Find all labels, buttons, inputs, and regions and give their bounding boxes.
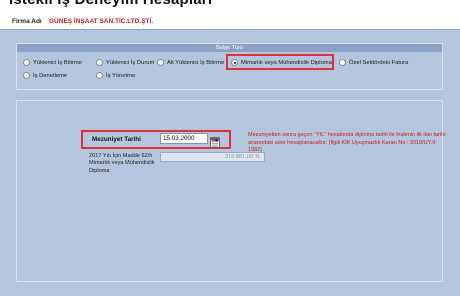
radio-label: İş Denetleme (33, 72, 68, 79)
radio-ozel-sektor-fatura[interactable]: Özel Sektördeki Fatura (339, 59, 408, 66)
radio-circle-icon (23, 72, 30, 79)
graduation-info-note: Mezuniyetten sonra geçen "YIL" hesabında… (248, 132, 446, 154)
radio-yuklenici-is-bitirme[interactable]: Yüklenici İş Bitirme (23, 59, 82, 66)
radio-label: Özel Sektördeki Fatura (349, 59, 409, 66)
radio-circle-icon (23, 59, 30, 66)
firm-name-value: GÜNEŞ İNŞAAT SAN.TİC.LTD.ŞTİ. (49, 18, 154, 25)
title-bar: İstekli İş Deneyim Hesapları (0, 0, 460, 10)
radio-is-denetleme[interactable]: İş Denetleme (23, 72, 67, 79)
radio-alt-yuklenici-is-bitirme[interactable]: Alt Yüklenici İş Bitirme (157, 59, 224, 66)
graduation-date-input[interactable]: 15.03.2000 (160, 133, 208, 144)
radio-circle-icon (96, 59, 103, 66)
radio-circle-icon (339, 59, 346, 66)
radio-label: Yüklenici İş Durum (106, 59, 155, 66)
firm-name-label: Firma Adı (12, 18, 42, 25)
radio-is-yonetme[interactable]: İş Yönetme (96, 72, 135, 79)
radio-circle-icon (96, 72, 103, 79)
calendar-icon[interactable] (210, 133, 220, 148)
window-title: İstekli İş Deneyim Hesapları (9, 0, 212, 8)
radio-yuklenici-is-durum[interactable]: Yüklenici İş Durum (96, 59, 154, 66)
diploma-details-group (16, 100, 443, 282)
radio-circle-icon (157, 59, 164, 66)
madde-62h-label: 2017 Yılı İçin Madde 62/h Mimarlık veya … (89, 153, 155, 174)
radio-label: Alt Yüklenici İş Bitirme (167, 59, 225, 66)
document-type-header: Belge Türü (17, 44, 442, 52)
selected-option-highlight (226, 54, 334, 70)
graduation-date-label: Mezuniyet Tarihi (92, 136, 141, 143)
radio-label: Yüklenici İş Bitirme (33, 59, 82, 66)
radio-label: İş Yönetme (106, 72, 136, 79)
